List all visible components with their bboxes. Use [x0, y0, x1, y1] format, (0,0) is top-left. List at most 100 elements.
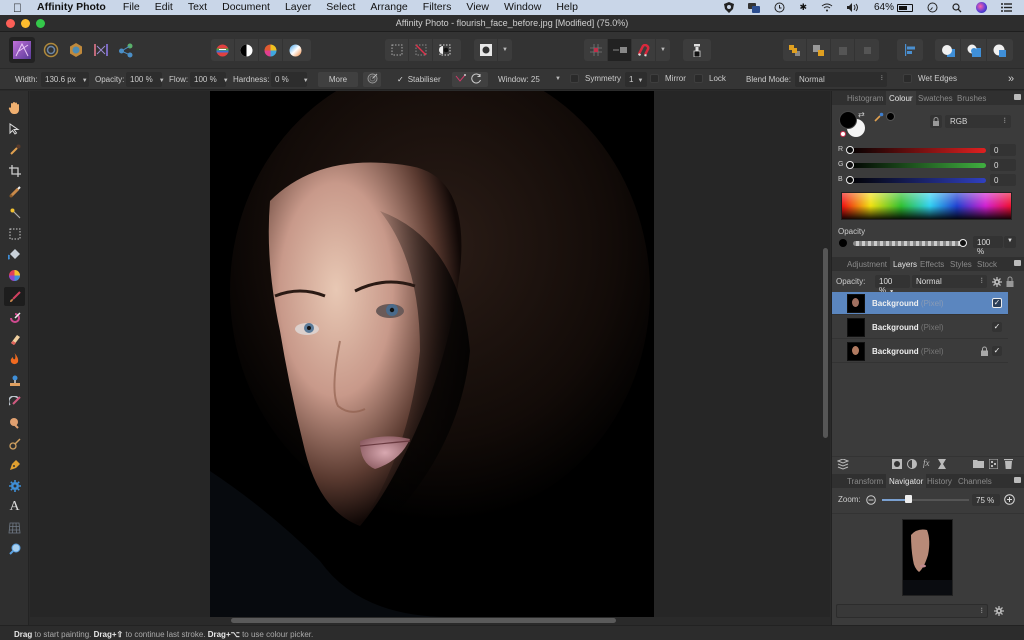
- selection-mask-button[interactable]: [433, 39, 457, 61]
- align-button[interactable]: [897, 39, 923, 61]
- insert-target-button[interactable]: [683, 39, 711, 61]
- g-slider-knob[interactable]: [846, 161, 854, 169]
- fx-icon[interactable]: fx: [923, 458, 930, 468]
- b-value-field[interactable]: 0: [990, 174, 1016, 186]
- shield-icon[interactable]: [724, 2, 735, 13]
- move-forward-one-button[interactable]: [831, 39, 855, 61]
- pen-tool[interactable]: [4, 455, 25, 474]
- smudge-tool[interactable]: [4, 413, 25, 432]
- tab-history[interactable]: History: [927, 477, 952, 486]
- folder-icon[interactable]: [973, 459, 984, 468]
- tab-channels[interactable]: Channels: [958, 477, 992, 486]
- tab-transform[interactable]: Transform: [847, 477, 883, 486]
- menu-arrange[interactable]: Arrange: [370, 0, 407, 15]
- clone-tool[interactable]: [4, 371, 25, 390]
- apple-menu-icon[interactable]: : [13, 2, 25, 14]
- layer-stack-icon[interactable]: [837, 459, 849, 470]
- layer-row[interactable]: Background (Pixel) ✓: [832, 316, 1008, 339]
- tab-layers[interactable]: Layers: [890, 257, 921, 271]
- symmetry-count-field[interactable]: 1 ▼: [625, 72, 647, 87]
- swap-colours-icon[interactable]: ⇄: [858, 110, 865, 119]
- pixel-layer-icon[interactable]: [989, 459, 998, 469]
- volume-icon[interactable]: [846, 3, 860, 12]
- colour-opacity-field[interactable]: 100 %: [973, 236, 1003, 256]
- quick-mask-button[interactable]: [474, 39, 498, 61]
- tone-mapping-persona-button[interactable]: [88, 37, 114, 63]
- move-tool[interactable]: [4, 119, 25, 138]
- erase-brush-tool[interactable]: [4, 329, 25, 348]
- liquify-persona-button[interactable]: [38, 37, 64, 63]
- menu-help[interactable]: Help: [556, 0, 578, 15]
- panel-menu-icon[interactable]: [1014, 260, 1021, 266]
- assistant-button[interactable]: [608, 39, 632, 61]
- navigator-preview[interactable]: [902, 519, 953, 596]
- symmetry-checkbox[interactable]: Symmetry: [570, 74, 621, 84]
- adjustment-layer-icon[interactable]: [907, 459, 917, 469]
- tab-navigator[interactable]: Navigator: [886, 474, 927, 488]
- wet-edges-checkbox[interactable]: Wet Edges: [903, 74, 957, 84]
- battery-status[interactable]: 64%: [874, 2, 913, 13]
- clock-icon[interactable]: [927, 2, 938, 13]
- r-slider-knob[interactable]: [846, 146, 854, 154]
- r-value-field[interactable]: 0: [990, 144, 1016, 156]
- text-tool[interactable]: A: [4, 497, 25, 516]
- stabiliser-checkbox[interactable]: ✓ Stabiliser: [397, 75, 441, 84]
- width-field[interactable]: 130.6 px ▼: [41, 72, 89, 87]
- zoom-tool[interactable]: [4, 539, 25, 558]
- g-slider[interactable]: [848, 163, 986, 168]
- menu-layer[interactable]: Layer: [285, 0, 311, 15]
- menu-document[interactable]: Document: [222, 0, 270, 15]
- messages-icon[interactable]: [748, 2, 761, 13]
- wifi-icon[interactable]: [821, 3, 833, 12]
- gear-icon[interactable]: [992, 277, 1002, 287]
- develop-persona-button[interactable]: [63, 37, 89, 63]
- b-slider-knob[interactable]: [846, 176, 854, 184]
- navigator-view-preset-select[interactable]: ⁝: [836, 604, 988, 618]
- siri-icon[interactable]: [976, 2, 987, 13]
- panel-menu-icon[interactable]: [1014, 477, 1021, 483]
- eyedropper-icon[interactable]: [874, 112, 884, 122]
- time-machine-icon[interactable]: [774, 2, 785, 13]
- more-button[interactable]: More: [318, 72, 358, 87]
- live-filter-icon[interactable]: [938, 459, 946, 469]
- intersect-geometry-button[interactable]: [987, 39, 1013, 61]
- colour-wheel-tool[interactable]: [4, 266, 25, 285]
- mask-layer-icon[interactable]: [892, 459, 902, 469]
- window-dropdown[interactable]: ▼: [555, 76, 561, 82]
- tab-effects[interactable]: Effects: [920, 260, 944, 269]
- zoom-out-icon[interactable]: [866, 495, 876, 505]
- inpainting-tool[interactable]: [4, 392, 25, 411]
- hardness-field[interactable]: 0 % ▼: [271, 72, 309, 87]
- document-photo[interactable]: [210, 91, 654, 617]
- menu-edit[interactable]: Edit: [155, 0, 173, 15]
- spotlight-search-icon[interactable]: [952, 2, 962, 13]
- lock-colour-button[interactable]: [930, 115, 942, 128]
- blend-mode-select[interactable]: Normal ⁝: [795, 72, 887, 87]
- layer-visibility-checkbox[interactable]: ✓: [992, 322, 1002, 332]
- levels-button[interactable]: [211, 39, 235, 61]
- tab-adjustment[interactable]: Adjustment: [847, 260, 887, 269]
- bluetooth-icon[interactable]: ✱: [799, 2, 807, 13]
- tab-swatches[interactable]: Swatches: [918, 94, 953, 103]
- panel-menu-icon[interactable]: [1014, 94, 1021, 100]
- lock-icon[interactable]: [1006, 276, 1014, 287]
- vertical-scrollbar[interactable]: [823, 248, 828, 438]
- picked-colour-swatch[interactable]: [886, 112, 895, 121]
- snapping-dropdown[interactable]: ▼: [656, 39, 670, 61]
- colour-spectrum[interactable]: [841, 192, 1012, 220]
- layer-opacity-field[interactable]: 100 %▼: [875, 275, 910, 295]
- move-back-one-button[interactable]: [807, 39, 831, 61]
- flood-fill-tool[interactable]: [4, 245, 25, 264]
- view-tool[interactable]: [4, 98, 25, 117]
- layer-visibility-checkbox[interactable]: ✓: [992, 346, 1002, 356]
- rope-mode-icon[interactable]: [455, 73, 466, 84]
- invert-selection-button[interactable]: [409, 39, 433, 61]
- move-to-front-button[interactable]: [855, 39, 879, 61]
- subtract-geometry-button[interactable]: [961, 39, 987, 61]
- selection-brush-tool[interactable]: [4, 182, 25, 201]
- dodge-burn-tool[interactable]: [4, 350, 25, 369]
- white-balance-button[interactable]: [235, 39, 259, 61]
- zoom-value-field[interactable]: 75 %: [972, 494, 1000, 506]
- crop-tool[interactable]: [4, 161, 25, 180]
- quick-mask-dropdown[interactable]: ▼: [498, 39, 512, 61]
